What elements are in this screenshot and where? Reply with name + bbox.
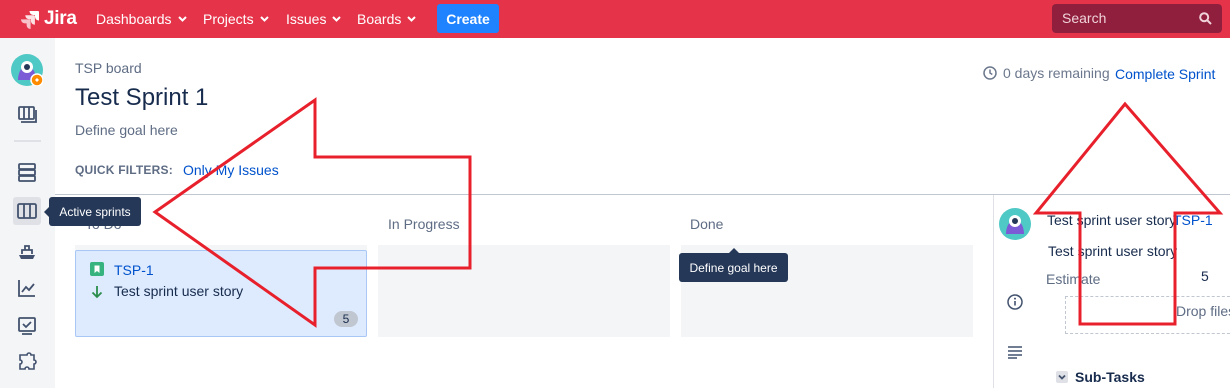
issue-card[interactable]: TSP-1 Test sprint user story 5 xyxy=(75,250,367,337)
column-header-in-progress: In Progress xyxy=(388,216,460,232)
days-remaining: 0 days remaining xyxy=(983,65,1110,81)
active-sprints-icon[interactable] xyxy=(13,197,41,225)
sidebar-tooltip: Active sprints xyxy=(44,197,141,226)
search-placeholder: Search xyxy=(1062,10,1107,26)
estimate-label: Estimate xyxy=(1046,271,1101,287)
header-divider xyxy=(55,194,1230,195)
search-input[interactable]: Search xyxy=(1052,4,1222,33)
detail-panel-border xyxy=(993,195,994,388)
board-icon[interactable] xyxy=(13,100,41,128)
sprint-goal[interactable]: Define goal here xyxy=(75,122,178,138)
subtasks-section[interactable]: Sub-Tasks xyxy=(1056,369,1145,385)
quick-filters-label: QUICK FILTERS: xyxy=(75,163,173,177)
search-icon xyxy=(1199,12,1212,25)
line-chart-icon xyxy=(18,280,35,297)
column-in-progress xyxy=(378,245,670,337)
jira-logo-text: Jira xyxy=(44,8,77,29)
active-sprints-view-icon xyxy=(17,203,37,219)
chevron-down-icon xyxy=(177,16,187,22)
priority-low-icon xyxy=(91,286,103,299)
backlog-icon[interactable] xyxy=(13,158,41,186)
reports-icon[interactable] xyxy=(13,274,41,302)
project-avatar[interactable] xyxy=(11,54,43,86)
description-lines-icon[interactable] xyxy=(1007,345,1023,359)
clock-icon xyxy=(983,66,997,80)
column-header-done: Done xyxy=(690,216,724,232)
board-view-icon xyxy=(18,106,37,123)
complete-sprint-link[interactable]: Complete Sprint xyxy=(1115,66,1215,82)
ship-icon xyxy=(19,245,35,259)
checklist-screen-icon xyxy=(18,317,36,335)
detail-issue-title: Test sprint user story xyxy=(1047,212,1177,228)
chevron-down-icon xyxy=(407,16,417,22)
info-icon[interactable] xyxy=(1007,294,1023,310)
nav-boards-label: Boards xyxy=(357,11,402,27)
issues-icon[interactable] xyxy=(13,312,41,340)
goal-tooltip: Define goal here xyxy=(679,248,788,282)
nav-issues-label: Issues xyxy=(286,11,327,27)
chevron-down-icon xyxy=(1056,371,1068,383)
subtasks-label: Sub-Tasks xyxy=(1075,369,1145,385)
releases-icon[interactable] xyxy=(13,237,41,265)
breadcrumb[interactable]: TSP board xyxy=(75,60,142,76)
quick-filter-only-my-issues[interactable]: Only My Issues xyxy=(183,162,279,178)
chevron-down-icon xyxy=(259,16,269,22)
top-navigation-bar: Jira Dashboards Projects Issues Boards C… xyxy=(0,0,1230,38)
jira-logo[interactable]: Jira xyxy=(20,8,77,30)
issue-summary: Test sprint user story xyxy=(114,283,244,299)
issue-key[interactable]: TSP-1 xyxy=(114,262,154,278)
add-ons-icon[interactable] xyxy=(13,349,41,377)
nav-projects[interactable]: Projects xyxy=(203,10,269,28)
estimate-value[interactable]: 5 xyxy=(1201,268,1209,284)
jira-logo-icon xyxy=(21,11,39,29)
detail-issue-key[interactable]: TSP-1 xyxy=(1173,212,1213,228)
nav-dashboards[interactable]: Dashboards xyxy=(96,10,187,28)
nav-dashboards-label: Dashboards xyxy=(96,11,172,27)
puzzle-piece-icon xyxy=(19,352,37,370)
days-remaining-text: 0 days remaining xyxy=(1003,65,1110,81)
page-title: Test Sprint 1 xyxy=(75,84,209,111)
sidebar-divider xyxy=(14,140,41,142)
story-points-badge: 5 xyxy=(334,311,358,327)
issue-project-avatar xyxy=(999,208,1031,240)
detail-summary[interactable]: Test sprint user story xyxy=(1048,243,1177,259)
backlog-view-icon xyxy=(18,163,36,182)
nav-issues[interactable]: Issues xyxy=(286,10,342,28)
create-button[interactable]: Create xyxy=(437,4,499,33)
nav-boards[interactable]: Boards xyxy=(357,10,417,28)
nav-projects-label: Projects xyxy=(203,11,254,27)
story-icon xyxy=(90,262,104,276)
chevron-down-icon xyxy=(332,16,342,22)
attachment-dropzone-text: Drop files to attach xyxy=(1176,303,1230,319)
